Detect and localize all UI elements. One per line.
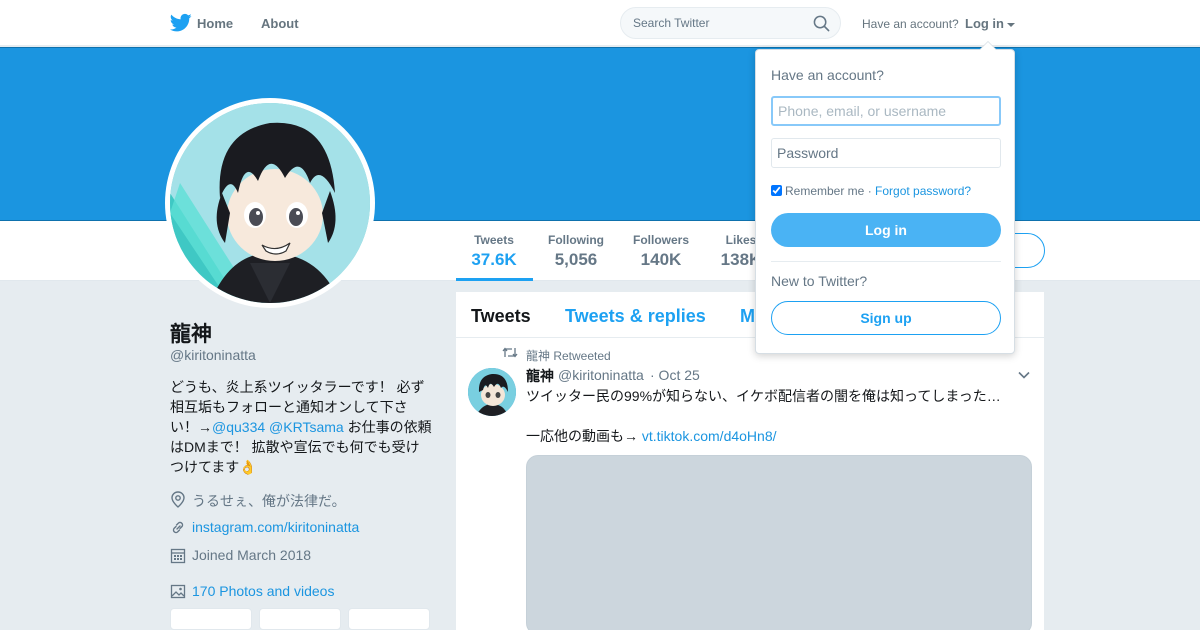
tweet-author-name[interactable]: 龍神 — [526, 366, 554, 386]
stat-value: 140K — [640, 250, 682, 269]
username-field[interactable] — [771, 96, 1001, 126]
stat-tweets[interactable]: Tweets 37.6K — [470, 233, 518, 270]
photo-thumbnails — [170, 608, 430, 630]
remember-me-checkbox[interactable] — [771, 185, 782, 196]
avatar-image — [170, 103, 370, 303]
nav-about-link[interactable]: About — [261, 16, 299, 31]
search-input[interactable] — [633, 16, 803, 30]
login-link-label: Log in — [965, 16, 1004, 31]
login-dropdown: Have an account? Remember me · Forgot pa… — [755, 41, 1015, 354]
anime-character-avatar-illustration — [170, 103, 370, 303]
profile-name[interactable]: 龍神 — [170, 318, 212, 348]
location-pin-icon — [171, 491, 185, 508]
login-button[interactable]: Log in — [771, 213, 1001, 247]
tab-media[interactable]: M — [740, 306, 755, 327]
search-icon[interactable] — [813, 15, 830, 32]
search-box[interactable] — [620, 7, 841, 39]
joined-text: Joined March 2018 — [192, 547, 312, 563]
separator-text: · — [864, 184, 876, 198]
caret-down-icon — [1007, 22, 1015, 27]
profile-handle[interactable]: @kiritoninatta — [170, 347, 256, 363]
profile-avatar[interactable] — [165, 98, 375, 308]
remember-me-row: Remember me · Forgot password? — [771, 184, 971, 198]
profile-website-link[interactable]: instagram.com/kiritoninatta — [192, 519, 359, 535]
stat-followers[interactable]: Followers 140K — [630, 233, 692, 270]
profile-bio: どうも、炎上系ツイッタラーです！ 必ず相互垢もフォローと通知オンして下さい！→@… — [170, 377, 432, 477]
tweet-avatar[interactable] — [468, 368, 516, 416]
stat-value: 5,056 — [554, 250, 598, 269]
chevron-down-icon[interactable] — [1018, 371, 1030, 379]
nav-home-link[interactable]: Home — [197, 16, 233, 31]
password-field[interactable] — [771, 138, 1001, 168]
twitter-bird-icon[interactable] — [170, 13, 192, 33]
tweet-date[interactable]: · Oct 25 — [650, 367, 700, 383]
tweet-text-line2: 一応他の動画も→ vt.tiktok.com/d4oHn8/ — [526, 426, 777, 446]
stat-label: Followers — [632, 233, 689, 247]
tweet-link[interactable]: vt.tiktok.com/d4oHn8/ — [642, 428, 777, 444]
forgot-password-link[interactable]: Forgot password? — [875, 184, 971, 198]
login-dropdown-toggle[interactable]: Log in — [965, 16, 1015, 31]
divider — [771, 261, 1001, 262]
photos-videos-link[interactable]: 170 Photos and videos — [192, 583, 334, 599]
calendar-icon — [170, 548, 186, 564]
photo-thumbnail[interactable] — [259, 608, 341, 630]
remember-me-label[interactable]: Remember me — [785, 184, 864, 198]
bio-mention-link[interactable]: @KRTsama — [269, 419, 344, 435]
image-icon — [170, 584, 186, 599]
top-navigation-bar: Home About Have an account? Log in — [0, 0, 1200, 46]
bio-mention-link[interactable]: @qu334 — [212, 419, 265, 435]
stat-value: 37.6K — [471, 250, 517, 269]
stat-label: Tweets — [474, 233, 514, 247]
retweet-context: 龍神 Retweeted — [502, 346, 611, 363]
active-tab-indicator — [456, 278, 533, 281]
tab-tweets[interactable]: Tweets — [471, 306, 531, 327]
new-to-twitter-text: New to Twitter? — [771, 273, 868, 289]
tweet-text: ツイッター民の99%が知らない、イケボ配信者の闇を俺は知ってしまった… — [526, 388, 1001, 404]
stat-following[interactable]: Following 5,056 — [546, 233, 606, 270]
stat-label: Following — [548, 233, 604, 247]
have-account-text: Have an account? — [862, 17, 959, 31]
tweet-media[interactable] — [526, 455, 1032, 630]
link-icon — [172, 521, 184, 534]
photo-thumbnail[interactable] — [348, 608, 430, 630]
location-text: うるせぇ、俺が法律だ。 — [192, 493, 346, 509]
tweet-text-prefix: 一応他の動画も→ — [526, 428, 642, 444]
tweet-author-handle[interactable]: @kiritoninatta — [558, 367, 644, 383]
tab-tweets-replies[interactable]: Tweets & replies — [565, 306, 706, 327]
signup-button[interactable]: Sign up — [771, 301, 1001, 335]
photo-thumbnail[interactable] — [170, 608, 252, 630]
tweet-avatar-illustration — [468, 368, 516, 416]
retweet-label[interactable]: 龍神 Retweeted — [526, 347, 611, 364]
dropdown-title: Have an account? — [771, 67, 884, 83]
retweet-icon — [502, 347, 518, 358]
